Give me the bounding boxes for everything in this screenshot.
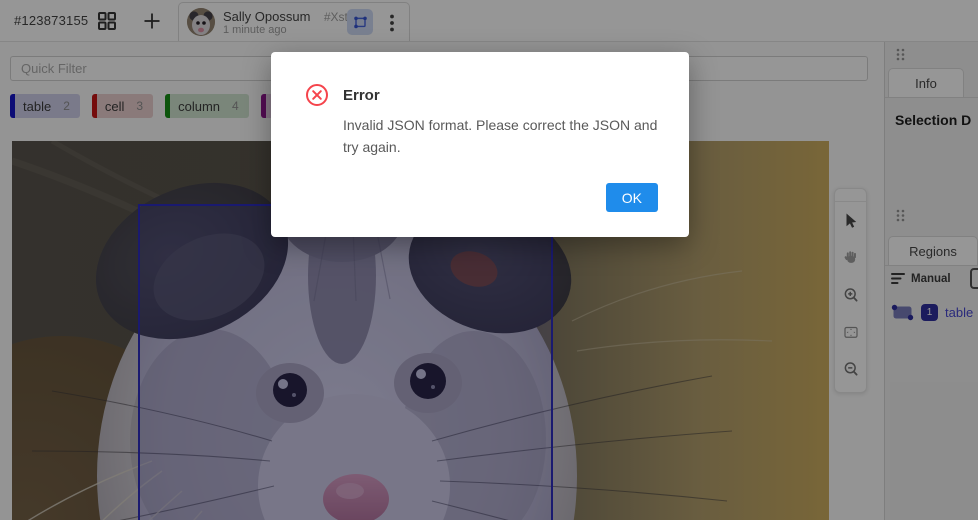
ok-button[interactable]: OK	[606, 183, 658, 212]
error-dialog: Error Invalid JSON format. Please correc…	[271, 52, 689, 237]
dialog-message: Invalid JSON format. Please correct the …	[343, 114, 658, 158]
error-icon	[305, 83, 329, 107]
dialog-title: Error	[343, 87, 380, 104]
annotation-app: #123873155 Sall	[0, 0, 978, 520]
